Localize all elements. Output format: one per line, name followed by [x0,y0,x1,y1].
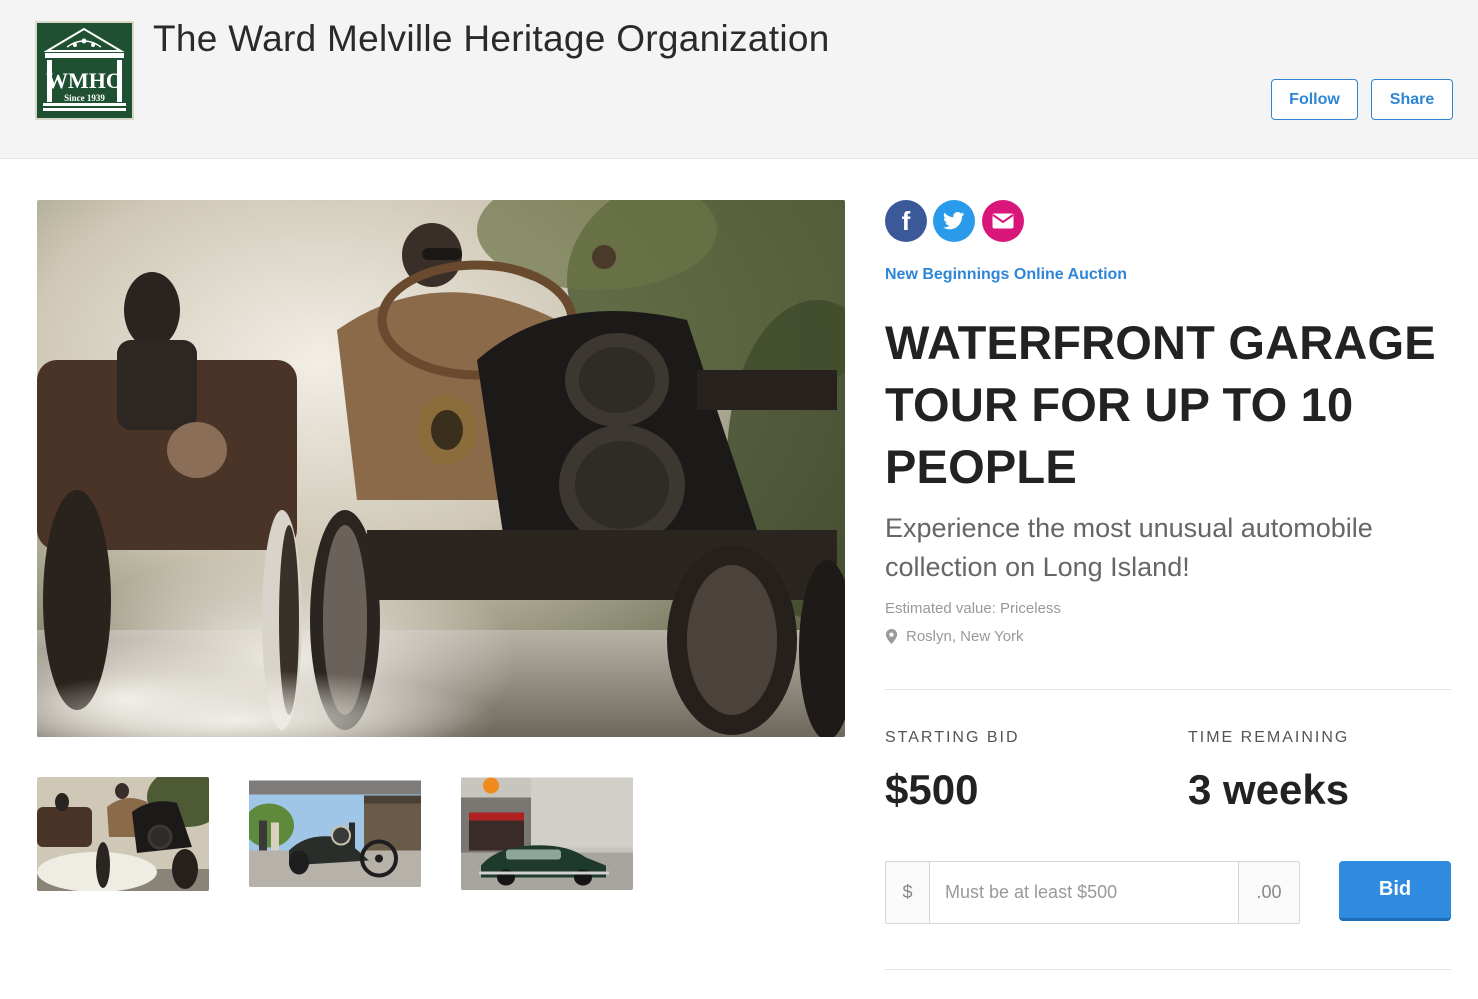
thumbnail-gulf-station-car[interactable] [461,777,633,890]
starting-bid-value: $500 [885,766,979,813]
logo-since: Since 1939 [64,93,105,103]
auction-name-link[interactable]: New Beginnings Online Auction [885,266,1127,284]
email-icon[interactable] [982,200,1024,242]
organization-name[interactable]: The Ward Melville Heritage Organization [153,18,830,60]
item-title-line: TOUR FOR UP TO 10 [885,378,1354,431]
item-description: Experience the most unusual automobile c… [885,513,1373,582]
facebook-glyph: f [901,205,911,236]
bid-button[interactable]: Bid [1339,861,1451,921]
share-button[interactable]: Share [1371,79,1453,120]
facebook-icon[interactable]: f [885,200,927,242]
divider [885,689,1451,690]
vintage-race-car-photo [37,200,845,737]
time-remaining-value: 3 weeks [1188,766,1350,813]
currency-prefix: $ [886,862,930,923]
main-item-image[interactable] [37,200,845,737]
map-pin-icon [885,629,898,644]
item-title: WATERFRONT GARAGE TOUR FOR UP TO 10 PEOP… [885,312,1455,498]
item-location: Roslyn, New York [885,628,1024,645]
time-remaining-label: TIME REMAINING [1188,729,1350,746]
envelope-glyph [992,213,1014,229]
thumbnail-race-car[interactable] [37,777,209,891]
classic-car-thumbnail-image [461,777,633,890]
race-car-thumbnail-image [37,777,209,891]
item-title-line: WATERFRONT GARAGE [885,316,1436,369]
twitter-icon[interactable] [933,200,975,242]
wmho-logo[interactable]: WMHO Since 1939 [35,21,134,120]
location-text: Roslyn, New York [906,628,1024,645]
bid-amount-input[interactable] [930,862,1238,923]
bid-amount-field: $ .00 [885,861,1300,924]
estimated-value: Estimated value: Priceless [885,600,1061,617]
item-title-line: PEOPLE [885,440,1077,493]
car-show-thumbnail-image [249,780,421,887]
cents-suffix: .00 [1238,862,1299,923]
follow-button[interactable]: Follow [1271,79,1358,120]
site-header: WMHO Since 1939 The Ward Melville Herita… [0,0,1478,159]
thumbnail-car-show[interactable] [249,778,421,887]
logo-wordmark: WMHO [46,68,123,93]
starting-bid-label: STARTING BID [885,729,1020,746]
divider [885,969,1451,970]
logo-graphic: WMHO Since 1939 [37,23,132,118]
twitter-bird-glyph [943,212,965,230]
